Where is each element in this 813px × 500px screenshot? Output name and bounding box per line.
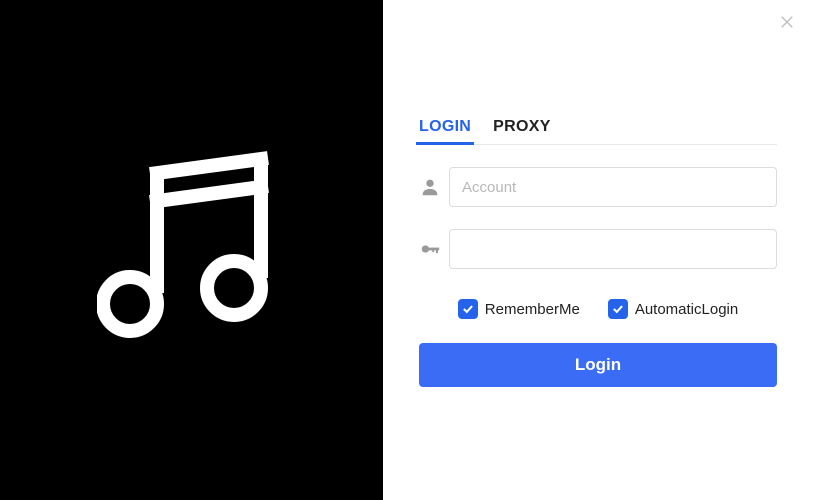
- music-note-icon: [97, 148, 287, 353]
- key-icon: [419, 238, 449, 260]
- password-input[interactable]: [449, 229, 777, 269]
- automatic-login-label: AutomaticLogin: [635, 301, 738, 318]
- checkbox-checked-icon: [608, 299, 628, 319]
- person-icon: [419, 176, 449, 198]
- automatic-login-checkbox[interactable]: AutomaticLogin: [608, 299, 738, 319]
- remember-me-checkbox[interactable]: RememberMe: [458, 299, 580, 319]
- close-icon: [778, 13, 796, 36]
- tabs: LOGIN PROXY: [419, 118, 777, 145]
- login-panel: LOGIN PROXY Remem: [383, 0, 813, 500]
- tab-login[interactable]: LOGIN: [419, 118, 471, 144]
- tab-proxy[interactable]: PROXY: [493, 118, 551, 144]
- brand-panel: [0, 0, 383, 500]
- login-button[interactable]: Login: [419, 343, 777, 387]
- checkbox-checked-icon: [458, 299, 478, 319]
- account-input[interactable]: [449, 167, 777, 207]
- remember-me-label: RememberMe: [485, 301, 580, 318]
- close-button[interactable]: [775, 12, 799, 36]
